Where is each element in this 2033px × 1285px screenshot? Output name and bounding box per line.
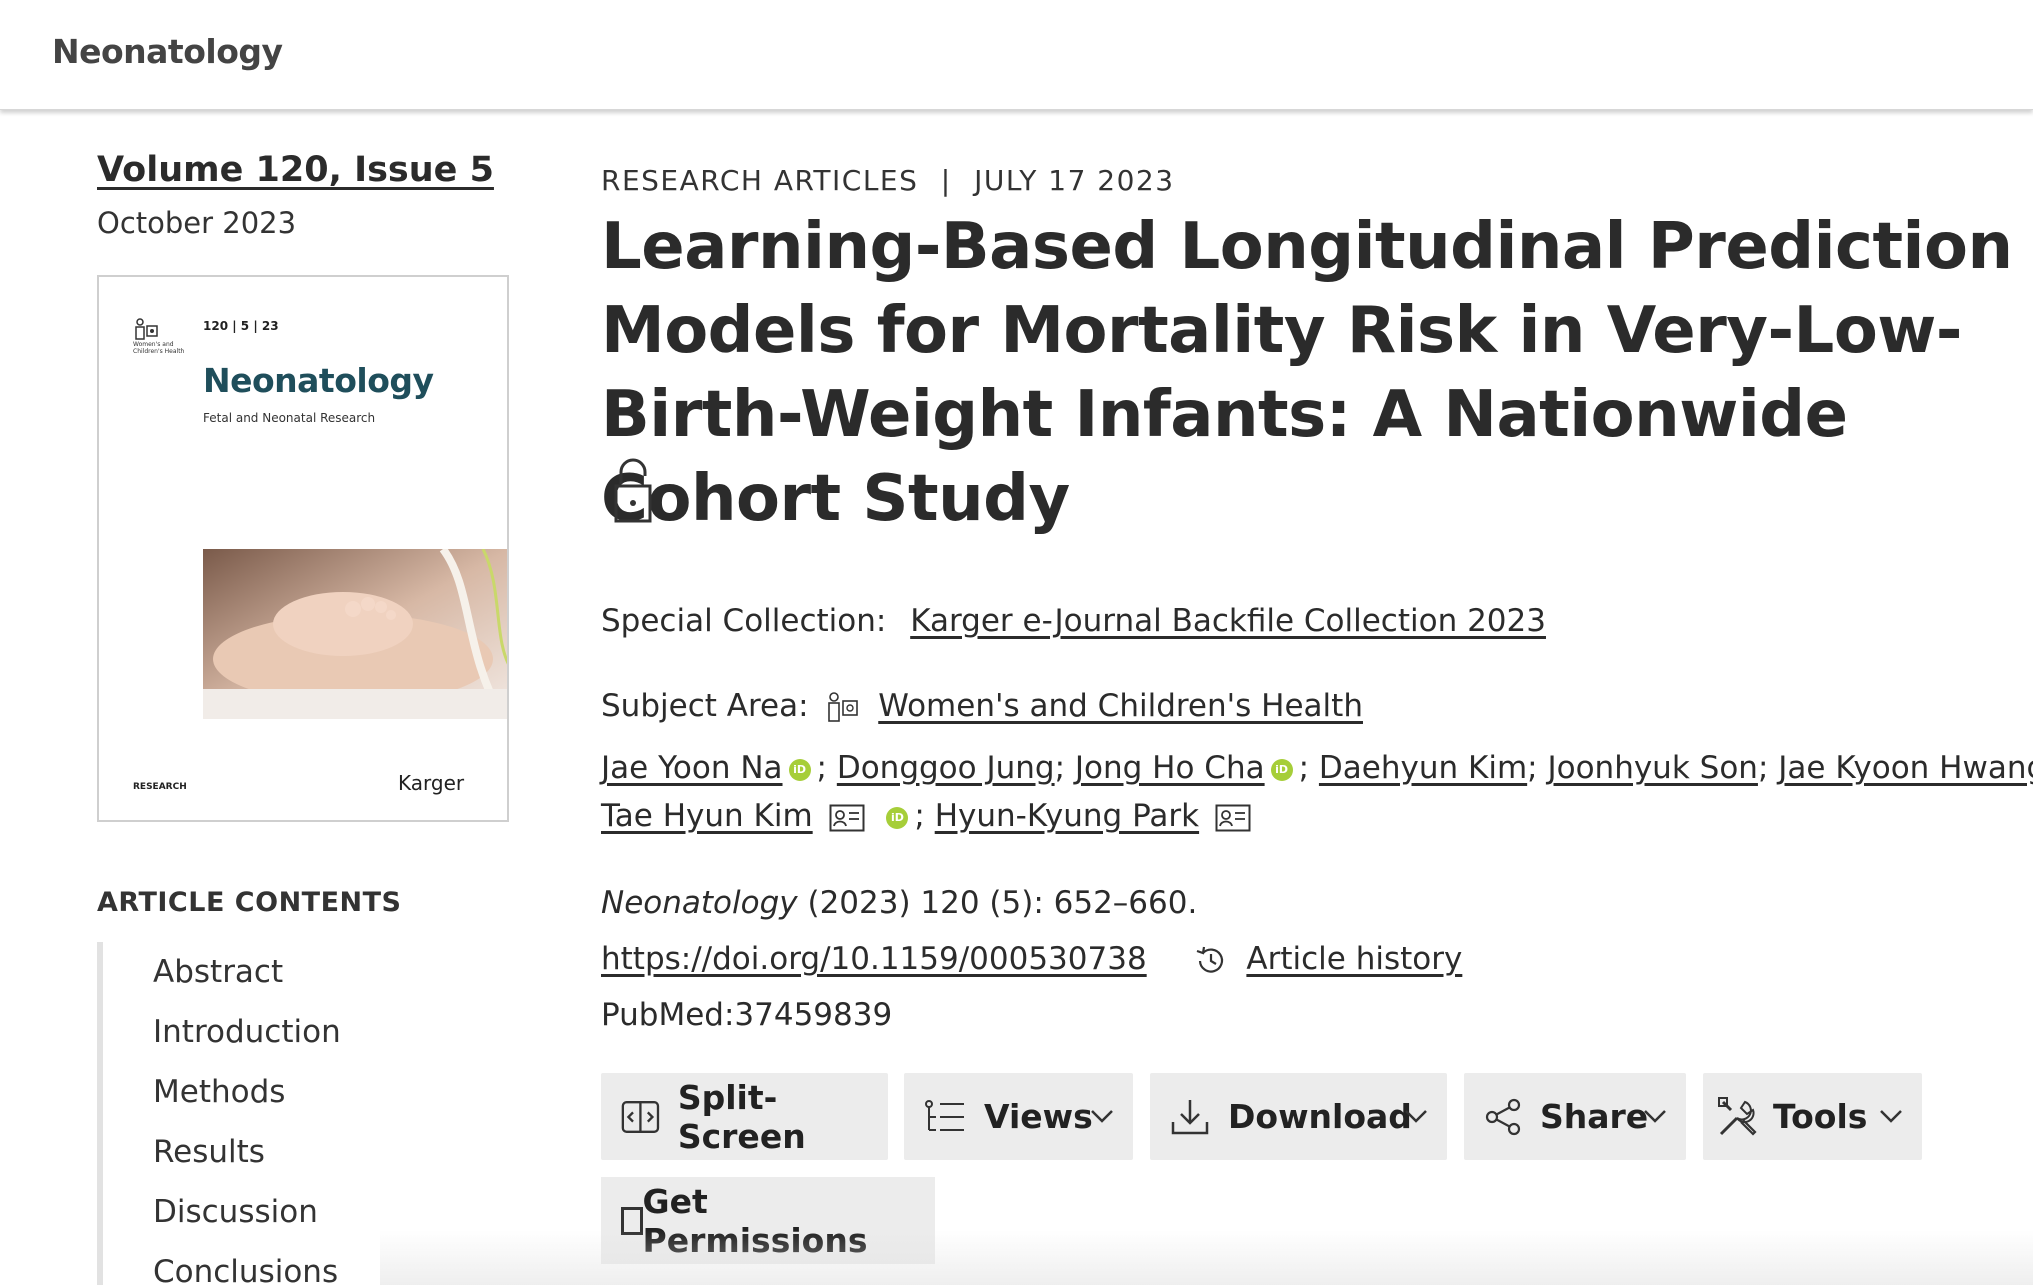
issue-date: October 2023	[97, 206, 297, 240]
cover-photo-baby-feet	[203, 549, 507, 719]
author-link[interactable]: Jong Ho Cha	[1075, 750, 1265, 786]
download-dropdown[interactable]: Download	[1150, 1073, 1447, 1160]
toc-results[interactable]: Results	[153, 1134, 265, 1170]
article-category: RESEARCH ARTICLES	[601, 164, 919, 197]
author-contact-card-icon[interactable]	[829, 804, 865, 832]
article-contents-nav: Abstract Introduction Methods Results Di…	[97, 942, 397, 1285]
toc-abstract[interactable]: Abstract	[153, 954, 283, 990]
download-icon	[1171, 1099, 1209, 1134]
orcid-icon[interactable]: iD	[886, 806, 909, 829]
citation-row: Neonatology (2023) 120 (5): 652–660.	[601, 885, 1197, 921]
get-permissions-label: Get Permissions	[642, 1181, 868, 1260]
toc-introduction[interactable]: Introduction	[153, 1014, 341, 1050]
author-contact-card-icon[interactable]	[1215, 804, 1251, 832]
orcid-icon[interactable]: iD	[1270, 758, 1293, 781]
issue-link[interactable]: Volume 120, Issue 5	[97, 150, 537, 190]
meta-separator: |	[940, 164, 952, 197]
article-history-link[interactable]: Article history	[1246, 941, 1462, 977]
special-collection-link[interactable]: Karger e-Journal Backfile Collection 202…	[910, 603, 1546, 639]
download-label: Download	[1228, 1097, 1412, 1136]
citation-journal: Neonatology	[601, 885, 798, 921]
issue-info: Volume 120, Issue 5 October 2023	[97, 150, 537, 240]
special-collection-row: Special Collection: Karger e-Journal Bac…	[601, 603, 1546, 639]
authors-line-2: Tae Hyun Kim iD; Hyun-Kyung Park	[601, 798, 1251, 834]
special-collection-label: Special Collection:	[601, 603, 887, 639]
cover-subject-text: Women's and Children's Health	[133, 341, 185, 355]
chevron-down-icon	[1091, 1110, 1113, 1123]
subject-area-label: Subject Area:	[601, 688, 809, 724]
tools-label: Tools	[1773, 1097, 1868, 1136]
get-permissions-button[interactable]: Get Permissions	[601, 1177, 935, 1264]
views-dropdown[interactable]: Views	[904, 1073, 1133, 1160]
article-title: Learning-Based Longitudinal Prediction M…	[601, 210, 2013, 536]
views-icon	[925, 1099, 964, 1131]
split-screen-label: Split-Screen	[677, 1077, 806, 1156]
split-screen-icon	[621, 1100, 660, 1133]
author-link[interactable]: Daehyun Kim	[1319, 750, 1527, 786]
chevron-down-icon	[1880, 1110, 1902, 1123]
author-link[interactable]: Jae Kyoon Hwang	[1778, 750, 2033, 786]
cover-journal-title: Neonatology	[203, 361, 434, 400]
history-icon[interactable]	[1193, 943, 1229, 979]
author-link[interactable]: Tae Hyun Kim	[601, 798, 813, 834]
split-screen-button[interactable]: Split-Screen	[601, 1073, 888, 1160]
share-icon	[1485, 1098, 1521, 1135]
authors-line-1: Jae Yoon Na iD; Donggoo Jung; Jong Ho Cha…	[601, 750, 2033, 786]
toc-methods[interactable]: Methods	[153, 1074, 285, 1110]
cover-publisher-logo: Karger	[398, 771, 465, 795]
subject-area-link[interactable]: Women's and Children's Health	[878, 688, 1363, 724]
share-label: Share	[1540, 1097, 1649, 1136]
citation-details: (2023) 120 (5): 652–660.	[807, 885, 1198, 921]
article-meta: RESEARCH ARTICLES | JULY 17 2023	[601, 164, 1175, 197]
author-link[interactable]: Hyun-Kyung Park	[935, 798, 1199, 834]
site-header: Neonatology	[0, 0, 2033, 110]
tools-icon	[1718, 1096, 1757, 1136]
chevron-down-icon	[1405, 1110, 1427, 1123]
subject-area-row: Subject Area: Women's and Children's Hea…	[601, 688, 1363, 725]
article-contents-heading: ARTICLE CONTENTS	[97, 887, 402, 918]
cover-section-label: RESEARCH	[133, 782, 187, 792]
article-date: JULY 17 2023	[974, 164, 1175, 197]
cover-issue-numbers: 120 | 5 | 23	[203, 319, 279, 333]
toc-conclusions[interactable]: Conclusions	[153, 1254, 338, 1285]
pubmed-id: PubMed:37459839	[601, 997, 893, 1033]
author-link[interactable]: Joonhyuk Son	[1547, 750, 1757, 786]
cover-subtitle: Fetal and Neonatal Research	[203, 411, 376, 425]
toc-discussion[interactable]: Discussion	[153, 1194, 318, 1230]
views-label: Views	[984, 1097, 1093, 1136]
author-link[interactable]: Jae Yoon Na	[601, 750, 783, 786]
doi-row: https://doi.org/10.1159/000530738 Articl…	[601, 941, 1462, 979]
open-access-lock-icon	[614, 458, 652, 523]
womens-childrens-health-icon	[828, 691, 859, 722]
author-link[interactable]: Donggoo Jung	[837, 750, 1055, 786]
share-dropdown[interactable]: Share	[1464, 1073, 1686, 1160]
journal-brand[interactable]: Neonatology	[52, 32, 283, 71]
permissions-icon	[621, 1206, 643, 1235]
chevron-down-icon	[1644, 1110, 1666, 1123]
tools-dropdown[interactable]: Tools	[1703, 1073, 1922, 1160]
orcid-icon[interactable]: iD	[788, 758, 811, 781]
issue-cover[interactable]: Women's and Children's Health 120 | 5 | …	[97, 275, 509, 822]
doi-link[interactable]: https://doi.org/10.1159/000530738	[601, 941, 1147, 977]
